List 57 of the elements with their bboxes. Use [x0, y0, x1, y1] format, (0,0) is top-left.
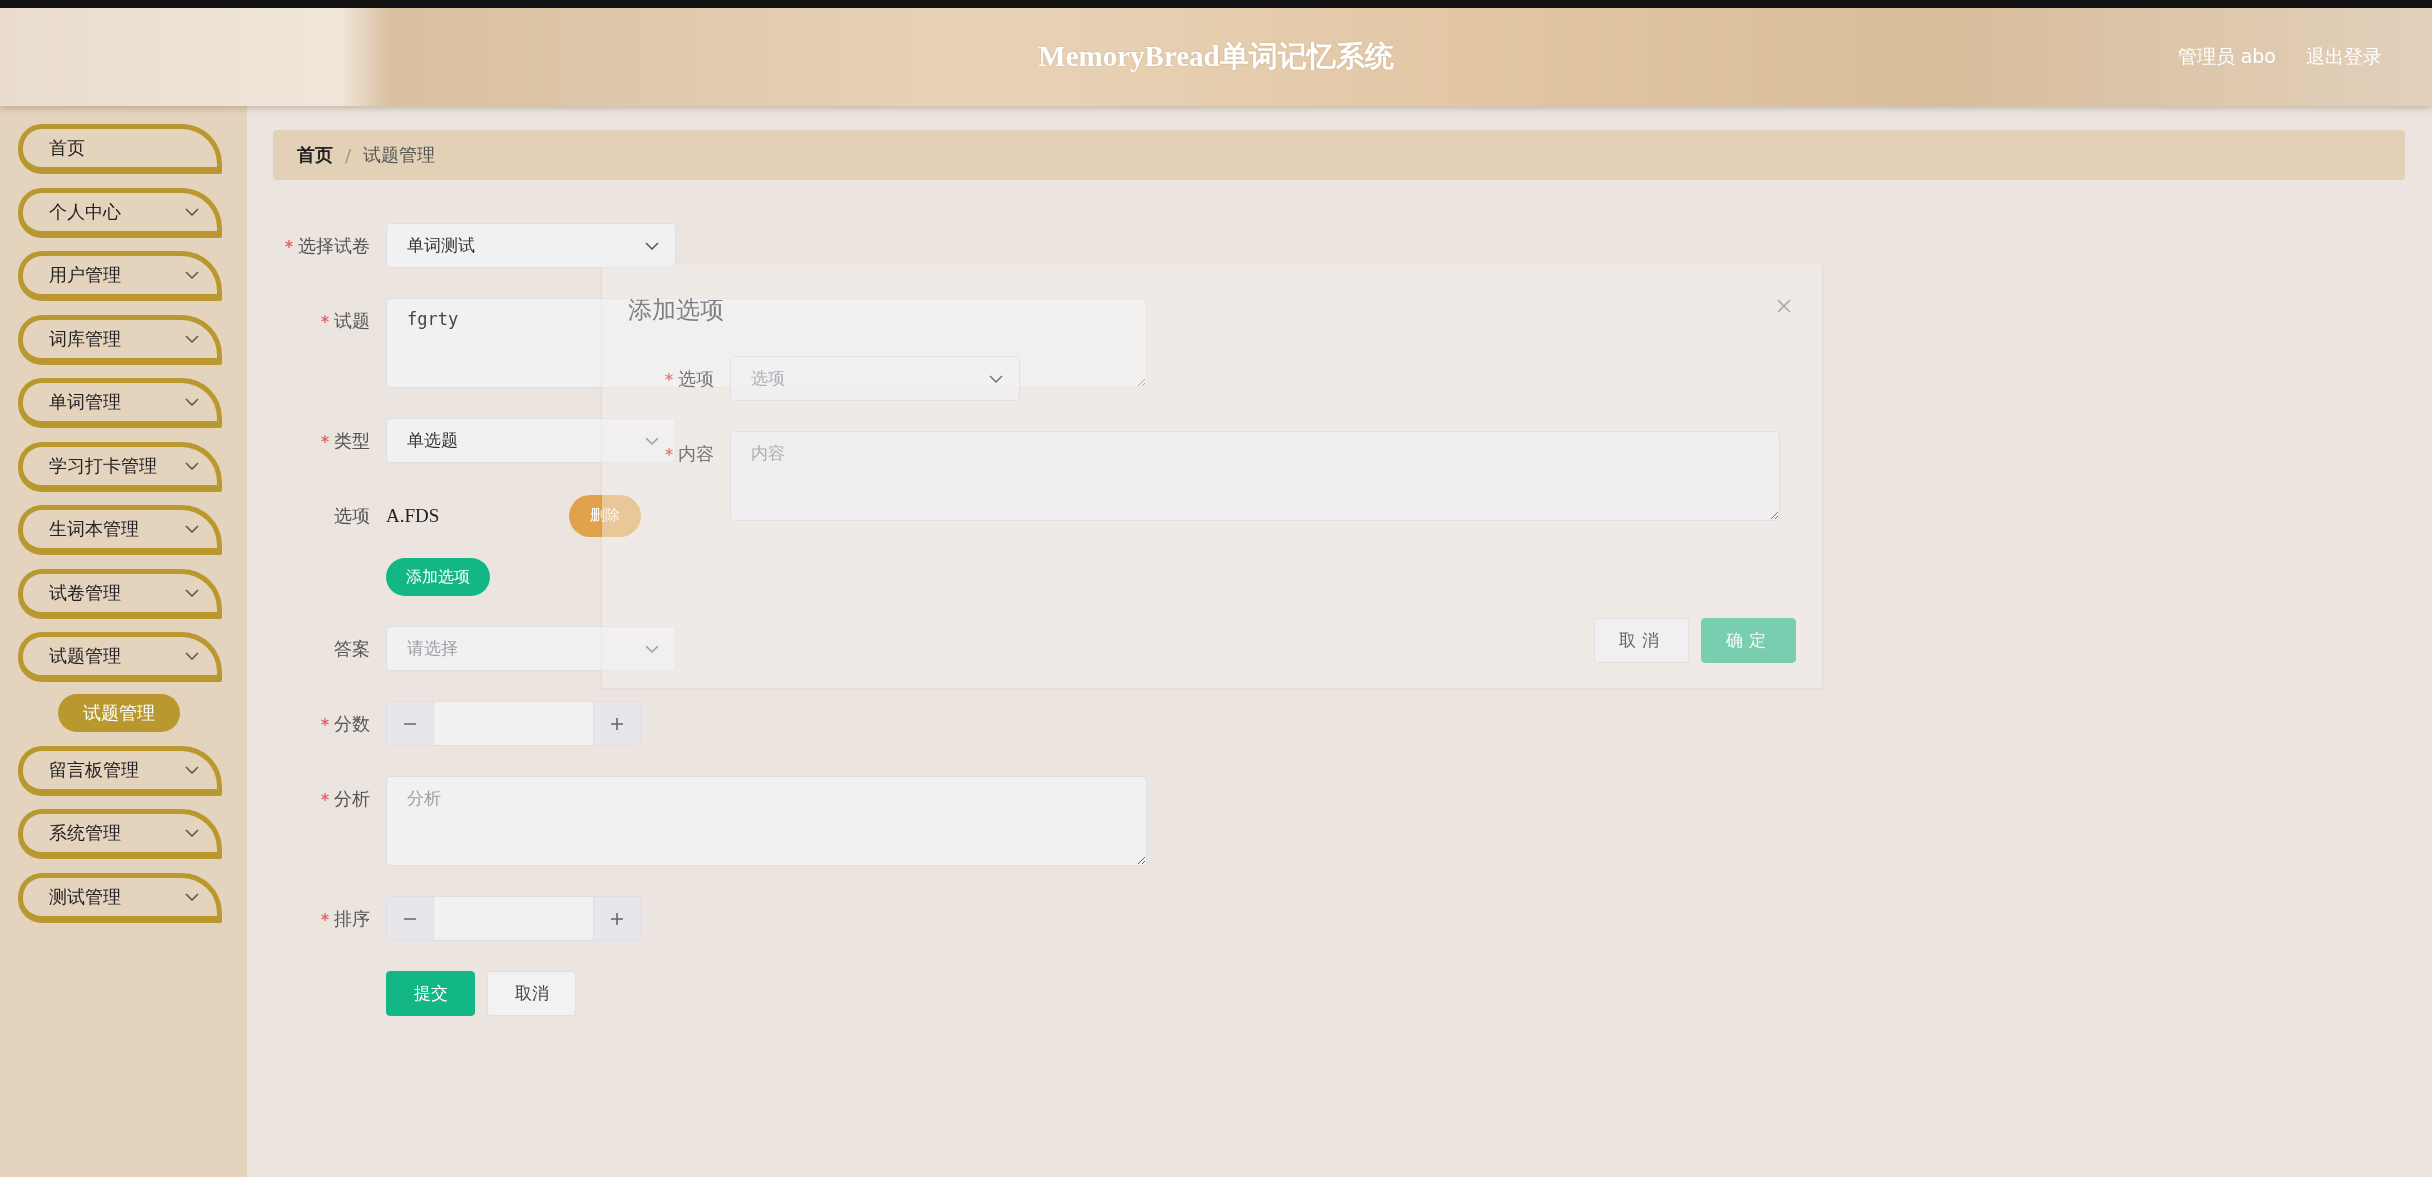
chevron-down-icon [185, 461, 199, 470]
sidebar-item[interactable]: 生词本管理 [18, 505, 222, 555]
close-icon[interactable] [1776, 298, 1792, 314]
chevron-down-icon [185, 765, 199, 774]
sidebar-item[interactable]: 用户管理 [18, 251, 222, 301]
sidebar-item[interactable]: 学习打卡管理 [18, 441, 222, 492]
chevron-down-icon [185, 588, 199, 597]
chevron-down-icon [185, 525, 199, 533]
sidebar-item[interactable]: 测试管理 [18, 872, 222, 923]
app-title: MemoryBread单词记忆系统 [1038, 39, 1394, 74]
option-text: A.FDS [386, 504, 441, 527]
field-label: 选项 [678, 367, 714, 391]
chevron-down-icon [645, 241, 659, 250]
chevron-down-icon [185, 207, 199, 216]
number-input[interactable] [386, 896, 641, 941]
plus-icon[interactable] [593, 897, 640, 940]
dialog-title: 添加选项 [628, 296, 724, 325]
select-field[interactable]: 单选题 [386, 418, 676, 463]
cancel-button[interactable]: 取消 [1594, 618, 1689, 663]
sidebar-item[interactable]: 试卷管理 [18, 568, 222, 619]
text-area[interactable]: 分析 [386, 776, 1147, 866]
user-name: 管理员 abo [2177, 44, 2276, 69]
number-input[interactable] [386, 701, 641, 746]
select-field[interactable]: 单词测试 [386, 223, 676, 268]
sidebar-item[interactable]: 单词管理 [18, 378, 222, 428]
field-label: 内容 [678, 442, 714, 466]
chevron-down-icon [185, 271, 199, 279]
text-area[interactable]: 内容 [730, 431, 1780, 521]
chevron-down-icon [185, 829, 199, 837]
sidebar-item[interactable]: 个人中心 [18, 187, 222, 238]
breadcrumb-item: 试题管理 [363, 143, 436, 167]
field-label: 分析 [334, 787, 370, 811]
sidebar-item[interactable]: 留言板管理 [18, 745, 222, 796]
chevron-down-icon [185, 892, 199, 901]
sidebar-item[interactable]: 系统管理 [18, 809, 222, 859]
chevron-down-icon [185, 652, 199, 660]
plus-icon[interactable] [593, 702, 640, 745]
sidebar-item[interactable]: 试题管理 [18, 632, 222, 682]
field-label: 试题 [334, 309, 370, 333]
breadcrumb-item[interactable]: 首页 [297, 143, 333, 167]
cancel-button[interactable]: 取消 [487, 971, 576, 1016]
chevron-down-icon [185, 334, 199, 343]
breadcrumb-separator: / [345, 144, 352, 166]
field-label: 答案 [334, 637, 370, 661]
sidebar-item[interactable]: 词库管理 [18, 314, 222, 365]
sidebar-item[interactable]: 首页 [18, 124, 222, 174]
field-label: 类型 [334, 429, 370, 453]
chevron-down-icon [989, 374, 1003, 383]
field-label: 选项 [334, 504, 370, 528]
minus-icon[interactable] [387, 702, 434, 745]
chevron-down-icon [185, 398, 199, 406]
field-label: 选择试卷 [298, 234, 370, 258]
chevron-down-icon [645, 436, 659, 445]
chevron-down-icon [645, 644, 659, 653]
minus-icon[interactable] [387, 897, 434, 940]
field-label: 排序 [334, 907, 370, 931]
field-label: 分数 [334, 712, 370, 736]
